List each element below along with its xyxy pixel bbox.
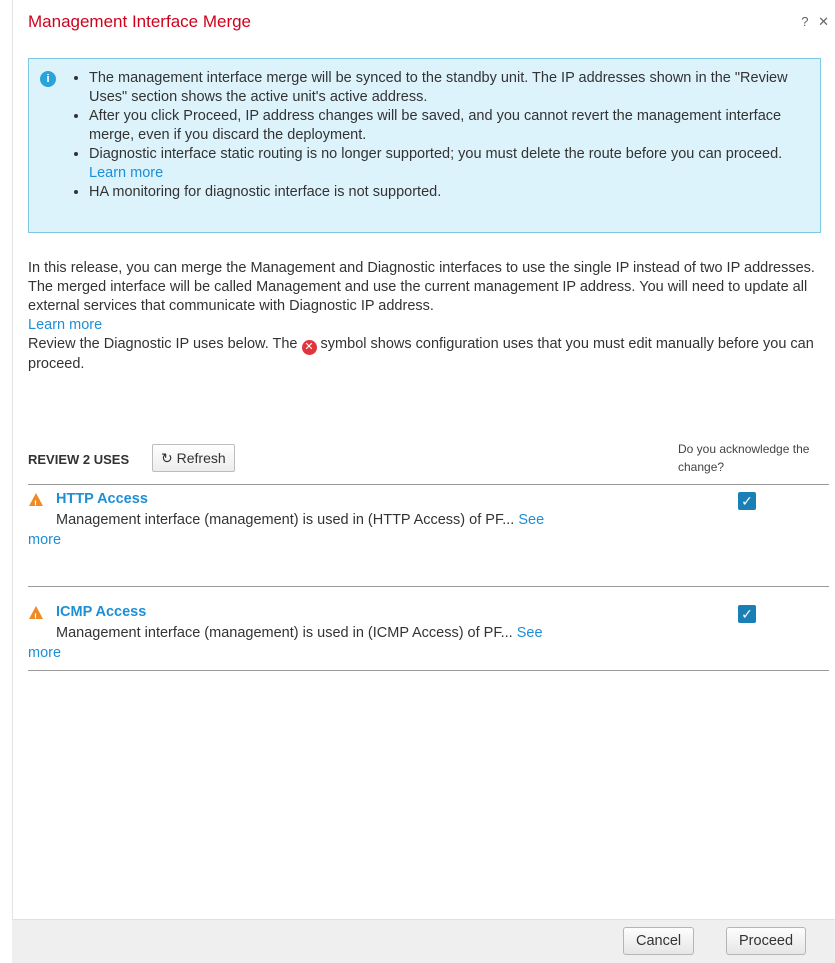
dialog-left-border [12, 0, 13, 962]
dialog-title: Management Interface Merge [28, 12, 252, 31]
use-description-text: Management interface (management) is use… [56, 625, 513, 641]
warning-icon-mark: ! [34, 499, 37, 509]
use-description: Management interface (management) is use… [56, 511, 544, 530]
learn-more-link[interactable]: Learn more [28, 317, 102, 333]
review-title: REVIEW 2 USES [28, 452, 130, 467]
use-description: Management interface (management) is use… [56, 624, 543, 643]
divider [28, 670, 829, 671]
info-item: The management interface merge will be s… [89, 69, 808, 107]
use-row: ! HTTP Access Management interface (mana… [28, 490, 828, 570]
see-more-link[interactable]: more [28, 644, 61, 663]
review-instructions: Review the Diagnostic IP uses below. The… [28, 335, 823, 374]
info-item-text: Diagnostic interface static routing is n… [89, 146, 783, 162]
learn-more-link[interactable]: Learn more [89, 165, 163, 181]
info-list: The management interface merge will be s… [75, 69, 808, 202]
info-item: HA monitoring for diagnostic interface i… [89, 183, 808, 202]
info-banner: i The management interface merge will be… [28, 58, 821, 233]
info-icon: i [40, 71, 56, 87]
description-paragraph: In this release, you can merge the Manag… [28, 260, 815, 314]
description: In this release, you can merge the Manag… [28, 259, 823, 374]
use-title-icmp-access[interactable]: ICMP Access [56, 603, 146, 622]
warning-icon-mark: ! [34, 612, 37, 622]
refresh-label: Refresh [176, 450, 226, 466]
help-icon[interactable]: ? [801, 14, 808, 29]
info-item: After you click Proceed, IP address chan… [89, 107, 808, 145]
close-icon[interactable]: ✕ [818, 14, 829, 29]
management-interface-merge-dialog: Management Interface Merge ? ✕ i The man… [0, 0, 835, 963]
divider [28, 484, 829, 485]
see-more-link[interactable]: See [518, 512, 544, 528]
refresh-button[interactable]: ↻ Refresh [152, 444, 235, 472]
see-more-link[interactable]: more [28, 531, 61, 550]
review-header: REVIEW 2 USES ↻ Refresh Do you acknowled… [28, 442, 828, 484]
acknowledge-checkbox[interactable]: ✓ [738, 605, 756, 623]
dialog-footer: Cancel Proceed [12, 919, 835, 963]
review-instructions-prefix: Review the Diagnostic IP uses below. The [28, 336, 298, 352]
proceed-button[interactable]: Proceed [726, 927, 807, 955]
see-more-link[interactable]: See [517, 625, 543, 641]
acknowledge-checkbox[interactable]: ✓ [738, 492, 756, 510]
use-description-text: Management interface (management) is use… [56, 512, 515, 528]
info-item: Diagnostic interface static routing is n… [89, 145, 808, 183]
refresh-icon: ↻ [161, 450, 173, 466]
use-row: ! ICMP Access Management interface (mana… [28, 603, 828, 683]
acknowledge-column-header: Do you acknowledge the change? [678, 442, 810, 474]
cancel-button[interactable]: Cancel [623, 927, 695, 955]
title-actions: ? ✕ [795, 14, 829, 30]
use-title-http-access[interactable]: HTTP Access [56, 490, 148, 509]
divider [28, 586, 829, 587]
error-icon: ✕ [301, 340, 317, 355]
